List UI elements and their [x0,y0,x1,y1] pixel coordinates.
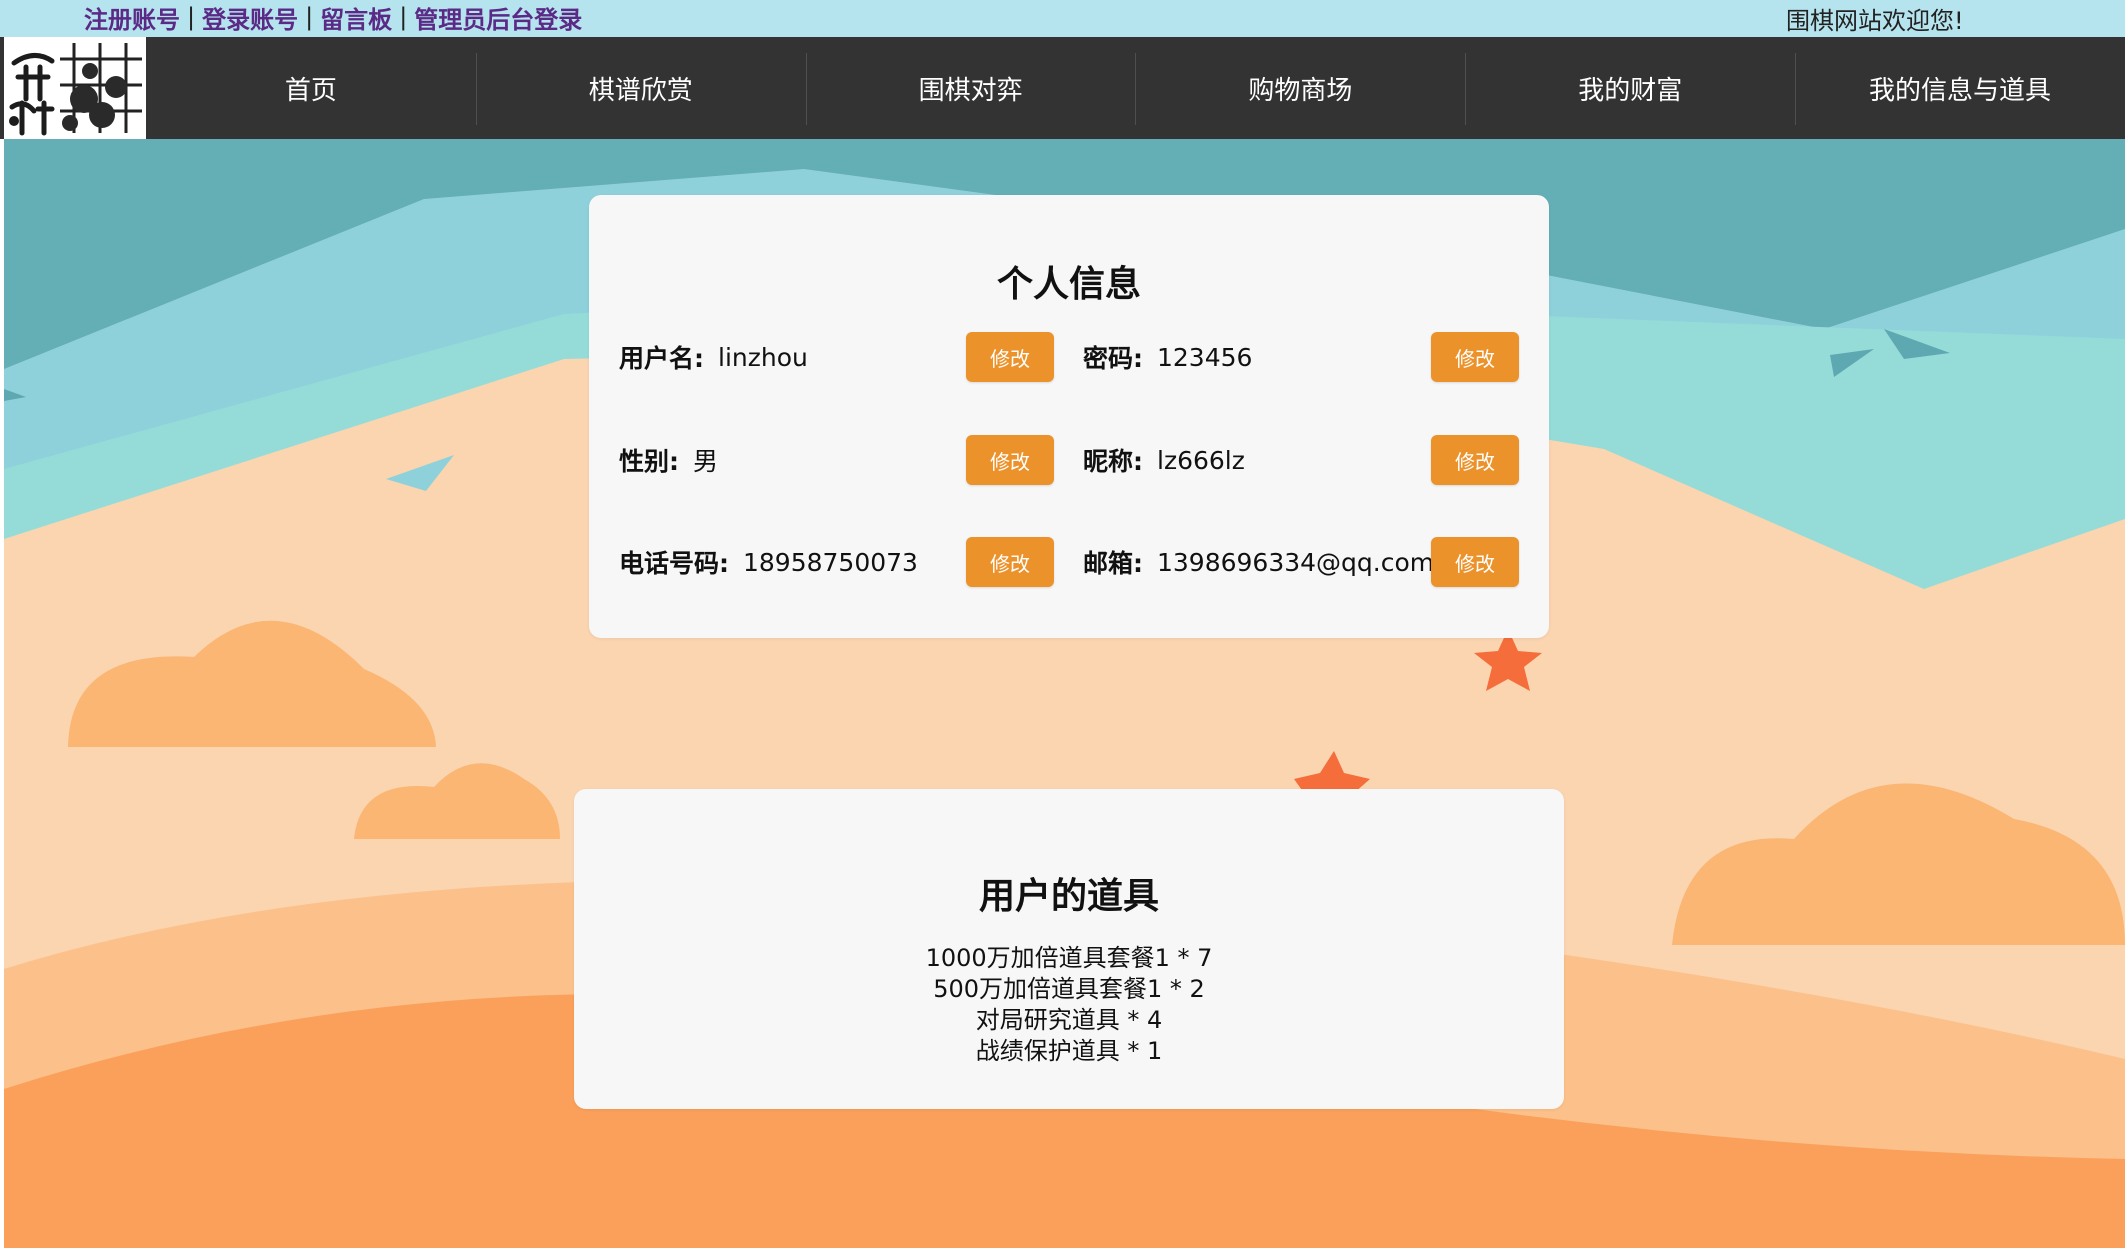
email-label: 邮箱: [1083,549,1143,578]
email-row: 邮箱: 1398696334@qq.com [1083,537,1434,587]
phone-row: 电话号码: 18958750073 [619,537,918,587]
props-list: 1000万加倍道具套餐1 * 7 500万加倍道具套餐1 * 2 对局研究道具 … [574,943,1564,1067]
email-value: 1398696334@qq.com [1157,547,1435,577]
edit-password-button[interactable]: 修改 [1431,332,1519,382]
edit-gender-button[interactable]: 修改 [966,435,1054,485]
link-separator: | [187,3,196,31]
nav-play-go[interactable]: 围棋对弈 [805,37,1136,139]
nickname-value: lz666lz [1157,445,1245,475]
gender-label: 性别: [619,447,679,476]
phone-value: 18958750073 [743,547,918,577]
go-logo-icon [4,37,146,139]
password-row: 密码: 123456 [1083,332,1252,382]
username-label: 用户名: [619,344,704,373]
login-link[interactable]: 登录账号 [202,0,298,35]
password-value: 123456 [1157,342,1253,372]
edit-email-button[interactable]: 修改 [1431,537,1519,587]
link-separator: | [305,3,314,31]
username-row: 用户名: linzhou [619,332,808,382]
register-link[interactable]: 注册账号 [84,0,180,35]
props-title: 用户的道具 [978,876,1159,917]
nav-items: 首页 棋谱欣赏 围棋对弈 购物商场 我的财富 我的信息与道具 [146,37,2125,139]
nav-game-records[interactable]: 棋谱欣赏 [475,37,806,139]
prop-item: 500万加倍道具套餐1 * 2 [933,975,1205,1003]
nickname-row: 昵称: lz666lz [1083,435,1245,485]
edit-phone-button[interactable]: 修改 [966,537,1054,587]
message-board-link[interactable]: 留言板 [320,0,392,35]
prop-item: 1000万加倍道具套餐1 * 7 [925,944,1213,972]
phone-label: 电话号码: [619,549,729,578]
link-separator: | [399,3,408,31]
top-links: 注册账号 | 登录账号 | 留言板 | 管理员后台登录 [84,0,582,34]
site-logo[interactable] [4,37,146,139]
nav-my-wealth[interactable]: 我的财富 [1465,37,1795,139]
profile-title: 个人信息 [996,264,1141,305]
nav-my-info-props[interactable]: 我的信息与道具 [1795,37,2125,139]
profile-card: 个人信息 用户名: linzhou 修改 密码: 123456 修改 性别: 男… [589,195,1549,638]
gender-row: 性别: 男 [619,435,718,485]
edit-username-button[interactable]: 修改 [966,332,1054,382]
password-label: 密码: [1083,344,1143,373]
nav-shop[interactable]: 购物商场 [1135,37,1465,139]
props-card: 用户的道具 1000万加倍道具套餐1 * 7 500万加倍道具套餐1 * 2 对… [574,789,1564,1109]
username-value: linzhou [718,342,808,372]
gender-value: 男 [693,447,719,476]
admin-login-link[interactable]: 管理员后台登录 [414,0,582,35]
edit-nickname-button[interactable]: 修改 [1431,435,1519,485]
welcome-text: 围棋网站欢迎您! [1786,6,1964,35]
nickname-label: 昵称: [1083,447,1143,476]
prop-item: 战绩保护道具 * 1 [975,1037,1163,1065]
nav-home[interactable]: 首页 [146,37,476,139]
prop-item: 对局研究道具 * 4 [975,1006,1163,1034]
